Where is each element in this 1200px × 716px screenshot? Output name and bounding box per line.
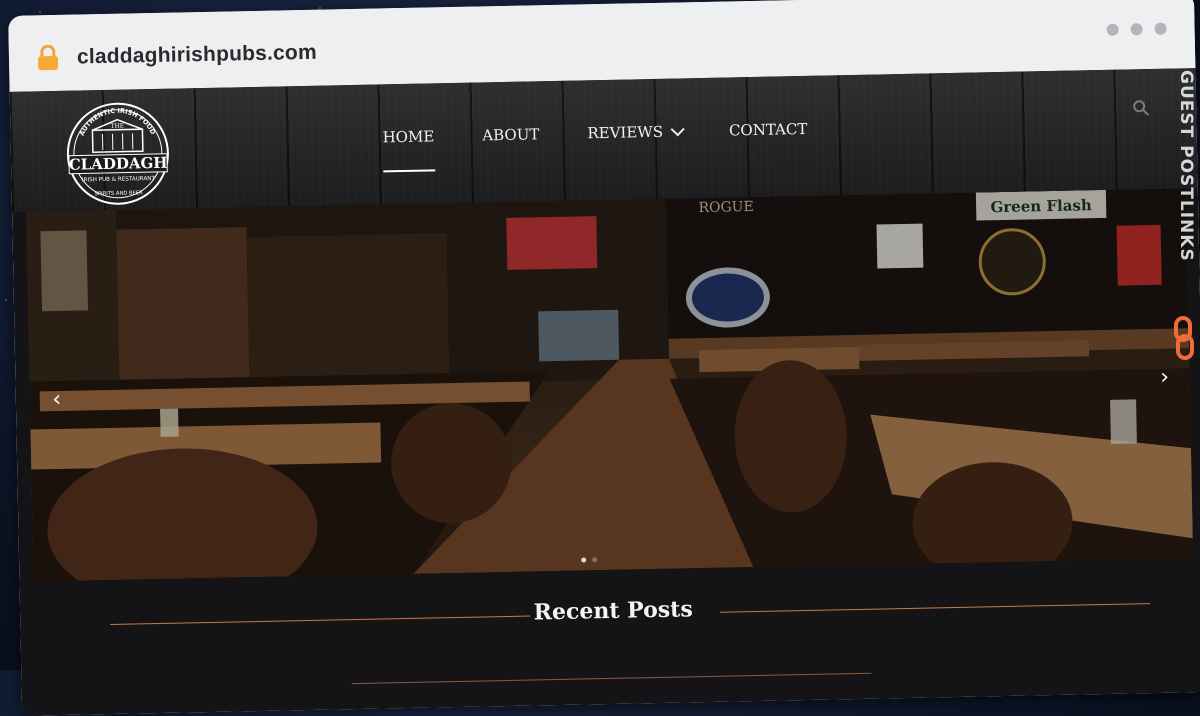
browser-window: claddaghirishpubs.com AUTHENTIC IRISH FO… xyxy=(8,0,1200,716)
main-nav: HOME ABOUT REVIEWS CONTACT xyxy=(382,119,855,146)
logo-name: CLADDAGH xyxy=(69,154,168,174)
url-text[interactable]: claddaghirishpubs.com xyxy=(77,41,317,70)
nav-label: REVIEWS xyxy=(587,123,663,143)
logo-subtitle: IRISH PUB & RESTAURANT xyxy=(82,176,156,183)
nav-label: ABOUT xyxy=(482,125,539,144)
logo-bottom-text: SPIRITS AND BEER xyxy=(95,190,143,197)
nav-contact[interactable]: CONTACT xyxy=(729,120,808,140)
window-dot[interactable] xyxy=(1154,23,1166,35)
pub-interior-photo: Green Flash ROGUE xyxy=(26,188,1193,581)
site-header: AUTHENTIC IRISH FOOD THE CLADDAGH IRISH … xyxy=(10,68,1198,212)
search-icon[interactable] xyxy=(1132,99,1150,117)
nav-label: HOME xyxy=(382,127,434,146)
recent-posts-section: Recent Posts xyxy=(19,558,1200,716)
nav-home[interactable]: HOME xyxy=(382,127,434,146)
lock-icon xyxy=(37,45,60,71)
recent-posts-title: Recent Posts xyxy=(20,586,1200,636)
logo-the: THE xyxy=(110,123,124,130)
window-dot[interactable] xyxy=(1107,24,1119,36)
claddagh-logo[interactable]: AUTHENTIC IRISH FOOD THE CLADDAGH IRISH … xyxy=(58,99,178,209)
watermark: GUEST POSTLINKS xyxy=(1170,60,1200,360)
window-dot[interactable] xyxy=(1130,23,1142,35)
nav-label: CONTACT xyxy=(729,120,808,140)
chevron-left-icon[interactable]: ‹ xyxy=(46,389,68,411)
slider-dot[interactable] xyxy=(592,557,597,562)
chevron-down-icon xyxy=(671,122,685,136)
nav-reviews[interactable]: REVIEWS xyxy=(587,122,681,142)
slider-dots xyxy=(581,557,597,562)
divider-bottom xyxy=(352,673,872,684)
link-icon xyxy=(1172,316,1196,360)
website-page: AUTHENTIC IRISH FOOD THE CLADDAGH IRISH … xyxy=(10,68,1200,716)
nav-about[interactable]: ABOUT xyxy=(482,125,539,144)
chevron-right-icon[interactable]: › xyxy=(1153,367,1175,389)
hero-slider[interactable]: Green Flash ROGUE xyxy=(26,188,1193,581)
watermark-text: GUEST POSTLINKS xyxy=(1176,70,1196,262)
slider-dot[interactable] xyxy=(581,557,586,562)
window-dots xyxy=(1107,23,1167,36)
